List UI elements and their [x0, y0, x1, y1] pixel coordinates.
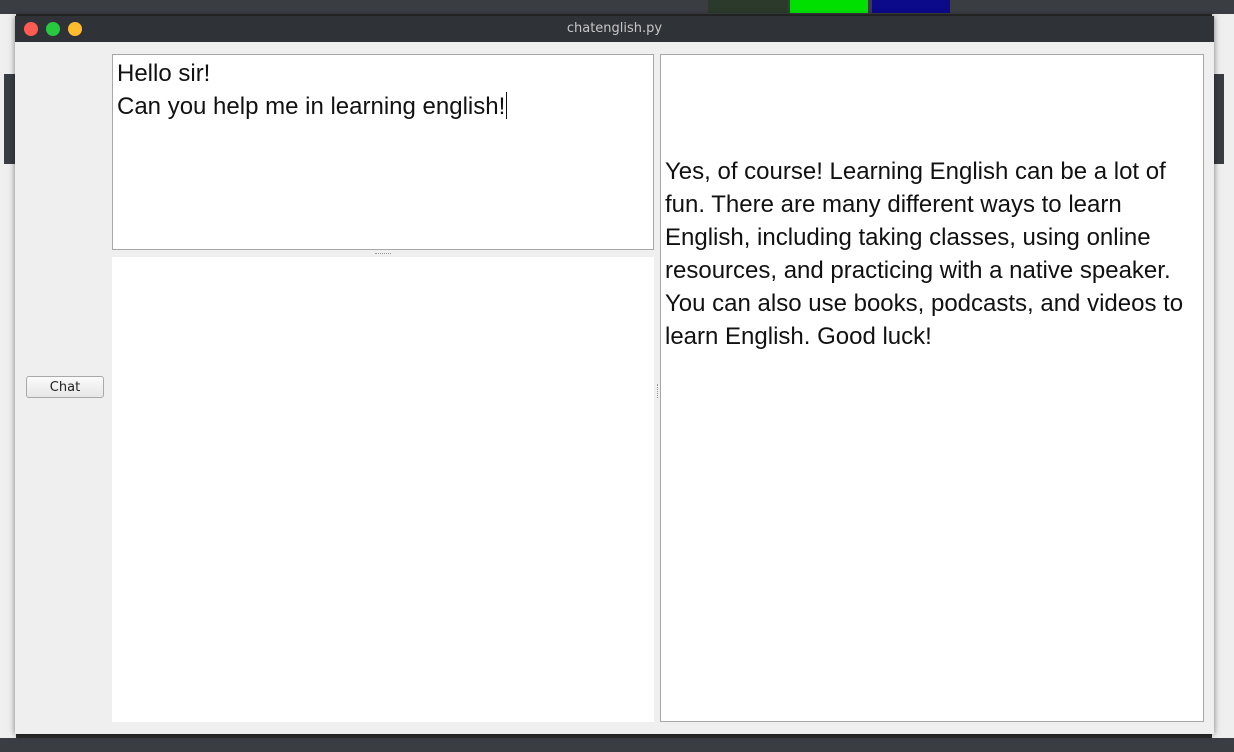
window-title: chatenglish.py: [566, 21, 663, 36]
prompt-input-text: Hello sir! Can you help me in learning e…: [117, 60, 506, 120]
background-window-edge: [0, 14, 16, 738]
response-output[interactable]: Yes, of course! Learning English can be …: [660, 54, 1204, 722]
desktop-top-panel: [0, 0, 1234, 14]
prompt-input[interactable]: Hello sir! Can you help me in learning e…: [112, 54, 654, 250]
system-monitor-graph: [790, 0, 868, 13]
system-monitor-graph: [708, 0, 788, 13]
system-monitor-graph: [872, 0, 950, 13]
text-caret: [506, 92, 508, 119]
app-window: chatenglish.py Chat Hello sir! Can you h…: [15, 16, 1214, 734]
splitter-grip-icon: [375, 253, 391, 256]
lower-text-pane[interactable]: [112, 257, 654, 722]
title-bar: chatenglish.py: [15, 16, 1214, 42]
taskbar: [0, 738, 1234, 752]
chat-button[interactable]: Chat: [26, 376, 104, 398]
background-window-edge: [1212, 14, 1234, 738]
